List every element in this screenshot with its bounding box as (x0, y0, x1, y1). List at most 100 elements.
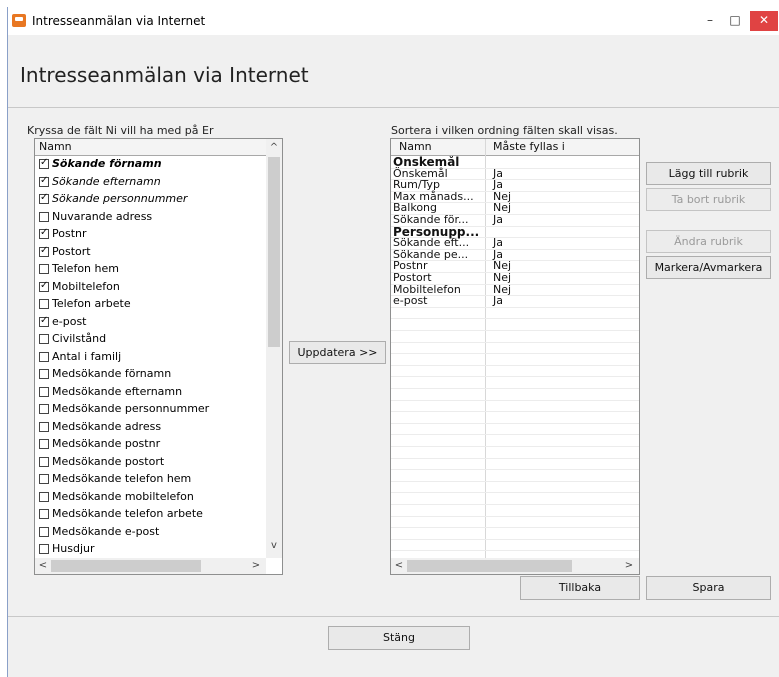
scroll-left-icon[interactable]: < (37, 559, 49, 573)
sort-row[interactable]: Personupp... (391, 225, 639, 239)
scroll-down-icon[interactable]: v (266, 539, 282, 553)
checkbox-unchecked-icon[interactable] (39, 299, 49, 309)
app-icon (12, 14, 26, 27)
sort-scroll-right-icon[interactable]: > (623, 559, 635, 573)
checklist-item[interactable]: Medsökande efternamn (39, 385, 182, 402)
checklist-item[interactable]: Medsökande personnummer (39, 402, 209, 419)
row-gridline (391, 527, 639, 529)
checklist-item[interactable]: Telefon arbete (39, 297, 131, 314)
sort-row[interactable]: Önskemål Ja (391, 167, 639, 180)
sort-row[interactable]: Sökande för... Ja (391, 213, 639, 226)
close-window-button[interactable]: ✕ (750, 11, 778, 31)
checklist-item[interactable]: Medsökande adress (39, 420, 161, 437)
checklist-item[interactable]: Medsökande mobiltelefon (39, 490, 194, 507)
checklist-item[interactable]: Sökande personnummer (39, 192, 187, 209)
sort-row[interactable]: Sökande pe... Ja (391, 248, 639, 261)
row-gridline (391, 504, 639, 505)
row-gridline (391, 364, 639, 366)
checklist-item-label: Sökande förnamn (52, 157, 162, 170)
checklist-item[interactable]: Medsökande e-post (39, 525, 159, 542)
checkbox-unchecked-icon[interactable] (39, 351, 49, 362)
checklist-item-label: Medsökande förnamn (52, 367, 172, 380)
checklist-item-label: Medsökande mobiltelefon (52, 489, 194, 503)
sort-row[interactable]: Önskemål (391, 156, 639, 169)
minimize-button[interactable]: – (698, 11, 722, 31)
checklist-item-label: Postnr (52, 227, 87, 240)
sort-row[interactable]: Max månads... Nej (391, 190, 639, 203)
checkbox-unchecked-icon[interactable] (39, 404, 49, 414)
checkbox-checked-icon[interactable] (39, 315, 49, 327)
checklist-vertical-scrollbar[interactable]: ^ v (266, 139, 282, 558)
row-gridline (391, 515, 639, 517)
checklist-horizontal-thumb[interactable] (51, 560, 201, 572)
checklist-item[interactable]: Medsökande postort (39, 455, 164, 472)
checkbox-unchecked-icon[interactable] (39, 474, 49, 484)
checkbox-unchecked-icon[interactable] (39, 211, 49, 222)
sort-row[interactable]: e-post Ja (391, 294, 639, 307)
checklist-vertical-thumb[interactable] (268, 157, 280, 347)
sort-row[interactable]: Sökande eft... Ja (391, 236, 639, 249)
back-button[interactable]: Tillbaka (520, 576, 640, 600)
checklist-item[interactable]: Postnr (39, 227, 87, 244)
add-heading-button[interactable]: Lägg till rubrik (646, 162, 771, 185)
checklist-item-label: Telefon arbete (52, 297, 131, 310)
checkbox-unchecked-icon[interactable] (39, 334, 49, 344)
toggle-mark-button[interactable]: Markera/Avmarkera (646, 256, 771, 279)
checklist-item-label: Postort (52, 244, 91, 258)
checkbox-checked-icon[interactable] (39, 157, 49, 169)
row-gridline (391, 353, 639, 355)
checklist-item[interactable]: Nuvarande adress (39, 210, 152, 227)
maximize-button[interactable]: □ (722, 11, 748, 31)
save-button[interactable]: Spara (646, 576, 771, 600)
checklist-item[interactable]: Husdjur (39, 542, 95, 557)
sort-list-horizontal-scrollbar[interactable]: < > (391, 558, 639, 574)
sort-scroll-left-icon[interactable]: < (393, 559, 405, 573)
checkbox-unchecked-icon[interactable] (39, 456, 49, 467)
checklist-header: Namn (35, 139, 282, 156)
checklist-item[interactable]: Telefon hem (39, 262, 119, 279)
checklist-item[interactable]: Medsökande telefon hem (39, 472, 191, 489)
scroll-right-icon[interactable]: > (250, 559, 262, 573)
checkbox-unchecked-icon[interactable] (39, 491, 49, 502)
checkbox-unchecked-icon[interactable] (39, 264, 49, 274)
checkbox-unchecked-icon[interactable] (39, 439, 49, 449)
checklist-item[interactable]: Medsökande postnr (39, 437, 160, 454)
checklist-item[interactable]: Civilstånd (39, 332, 106, 349)
checkbox-unchecked-icon[interactable] (39, 509, 49, 519)
checkbox-unchecked-icon[interactable] (39, 369, 49, 379)
sort-column-required: Måste fyllas i (493, 140, 565, 153)
checkbox-unchecked-icon[interactable] (39, 526, 49, 537)
remove-heading-button[interactable]: Ta bort rubrik (646, 188, 771, 211)
checklist-item[interactable]: Sökande förnamn (39, 157, 162, 174)
sort-row[interactable]: Balkong Nej (391, 201, 639, 214)
header-area: Intresseanmälan via Internet (8, 35, 779, 108)
sort-row[interactable]: Mobiltelefon Nej (391, 283, 639, 296)
checkbox-unchecked-icon[interactable] (39, 421, 49, 432)
checklist-item[interactable]: Sökande efternamn (39, 175, 161, 192)
row-gridline (391, 492, 639, 494)
checkbox-unchecked-icon[interactable] (39, 386, 49, 397)
checklist-item[interactable]: Medsökande förnamn (39, 367, 171, 384)
checkbox-checked-icon[interactable] (39, 245, 49, 257)
footer-separator (8, 616, 779, 617)
scroll-up-icon[interactable]: ^ (266, 141, 282, 155)
sort-row[interactable]: Postort Nej (391, 271, 639, 284)
close-button[interactable]: Stäng (328, 626, 470, 650)
sort-list-horizontal-thumb[interactable] (407, 560, 572, 572)
checkbox-unchecked-icon[interactable] (39, 544, 49, 554)
sort-row[interactable]: Rum/Typ Ja (391, 178, 639, 191)
checklist-item[interactable]: Medsökande telefon arbete (39, 507, 203, 524)
checkbox-checked-icon[interactable] (39, 192, 49, 204)
checklist-item[interactable]: Mobiltelefon (39, 280, 120, 297)
checklist-item[interactable]: Postort (39, 245, 91, 262)
checkbox-checked-icon[interactable] (39, 280, 49, 292)
checkbox-checked-icon[interactable] (39, 175, 49, 187)
sort-row[interactable]: Postnr Nej (391, 259, 639, 272)
edit-heading-button[interactable]: Ändra rubrik (646, 230, 771, 253)
checklist-horizontal-scrollbar[interactable]: < > (35, 558, 266, 574)
title-bar: Intresseanmälan via Internet – □ ✕ (8, 7, 779, 35)
checkbox-checked-icon[interactable] (39, 227, 49, 239)
update-button[interactable]: Uppdatera >> (289, 341, 386, 364)
checklist-item[interactable]: e-post (39, 315, 87, 332)
checklist-item[interactable]: Antal i familj (39, 350, 121, 367)
